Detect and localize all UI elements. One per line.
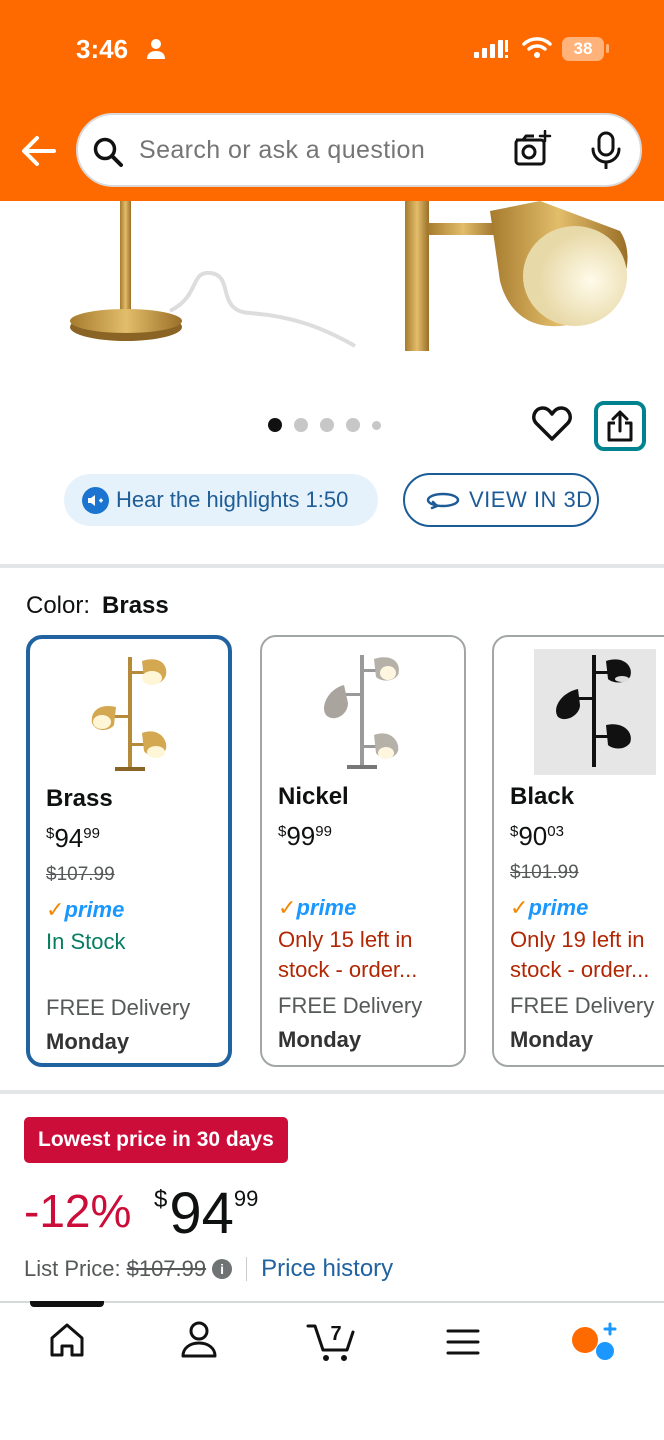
stock-status: In Stock	[46, 929, 126, 954]
list-price-value: $107.99	[126, 1256, 207, 1281]
current-price: $9499	[154, 1181, 259, 1246]
share-button[interactable]	[594, 401, 646, 451]
nickel-lamp-thumbnail	[324, 655, 399, 769]
microphone-icon[interactable]	[590, 131, 622, 169]
option-list-price: $101.99	[510, 862, 579, 883]
list-price-row: List Price: $107.99 i Price history	[24, 1255, 393, 1283]
delivery-info: FREE Delivery Monday	[278, 993, 423, 1052]
selected-color: Brass	[102, 592, 169, 619]
brass-lamp-thumbnail	[91, 657, 167, 771]
delivery-info: FREE Delivery Monday	[46, 995, 191, 1054]
pagination-dot[interactable]	[372, 420, 381, 430]
menu-icon[interactable]	[446, 1328, 480, 1356]
hear-highlights-label: Hear the highlights 1:50	[116, 487, 349, 512]
list-price-label: List Price:	[24, 1256, 121, 1281]
rotate-3d-icon	[426, 492, 460, 510]
separator	[246, 1257, 248, 1281]
view-in-3d-label: VIEW IN 3D	[469, 487, 593, 512]
back-arrow-icon[interactable]	[20, 134, 56, 168]
pagination-dot[interactable]	[294, 418, 308, 432]
signal-icon	[474, 40, 508, 58]
deal-badge: Lowest price in 30 days	[24, 1117, 288, 1163]
option-list-price: $107.99	[46, 864, 115, 885]
prime-badge: ✓prime	[46, 897, 125, 922]
option-name: Black	[510, 783, 575, 810]
audio-icon	[82, 486, 109, 514]
stock-status: Only 15 left in stock - order...	[278, 927, 418, 982]
pagination-dot[interactable]	[268, 418, 282, 432]
hear-highlights-button[interactable]: Hear the highlights 1:50	[64, 474, 378, 526]
price-history-link[interactable]: Price history	[261, 1255, 393, 1283]
cart-count: 7	[330, 1323, 341, 1345]
active-tab-indicator	[30, 1301, 104, 1307]
section-divider	[0, 1090, 664, 1094]
person-icon	[147, 39, 165, 59]
option-price: $9999	[278, 821, 332, 851]
discount-percent: -12%	[24, 1185, 132, 1237]
pagination-dot[interactable]	[346, 418, 360, 432]
option-price: $9003	[510, 821, 564, 851]
color-option-nickel[interactable]: Nickel $9999 ✓prime Only 15 left in stoc…	[260, 635, 466, 1067]
section-divider	[0, 564, 664, 568]
share-icon	[607, 410, 633, 442]
delivery-info: FREE Delivery Monday	[510, 993, 655, 1052]
color-label: Color: Brass	[26, 592, 169, 620]
view-in-3d-button[interactable]: VIEW IN 3D	[403, 473, 599, 527]
option-price: $9499	[46, 823, 100, 853]
color-option-black[interactable]: Black $9003 $101.99 ✓prime Only 19 left …	[492, 635, 664, 1067]
image-pagination[interactable]	[268, 418, 381, 432]
camera-icon[interactable]	[512, 130, 552, 168]
search-icon	[93, 137, 123, 167]
pagination-dot[interactable]	[320, 418, 334, 432]
prime-badge: ✓prime	[278, 895, 357, 920]
prime-badge: ✓prime	[510, 895, 589, 920]
home-icon[interactable]	[48, 1320, 86, 1360]
wifi-icon	[522, 37, 552, 58]
color-option-brass[interactable]: Brass $9499 $107.99 ✓prime In Stock FREE…	[26, 635, 232, 1067]
black-lamp-thumbnail	[534, 649, 656, 775]
option-name: Nickel	[278, 783, 349, 810]
account-icon[interactable]	[180, 1320, 218, 1360]
rufus-assistant-icon[interactable]	[570, 1322, 618, 1364]
product-image[interactable]	[0, 201, 664, 371]
option-name: Brass	[46, 785, 113, 812]
battery-indicator: 38	[562, 37, 604, 61]
battery-cap	[606, 44, 609, 53]
status-time: 3:46	[76, 34, 129, 64]
color-label-text: Color:	[26, 592, 91, 619]
search-input[interactable]	[139, 136, 499, 165]
heart-icon[interactable]	[532, 404, 572, 442]
stock-status: Only 19 left in stock - order...	[510, 927, 650, 982]
info-icon[interactable]: i	[212, 1259, 233, 1279]
cart-icon[interactable]: 7	[306, 1318, 358, 1364]
